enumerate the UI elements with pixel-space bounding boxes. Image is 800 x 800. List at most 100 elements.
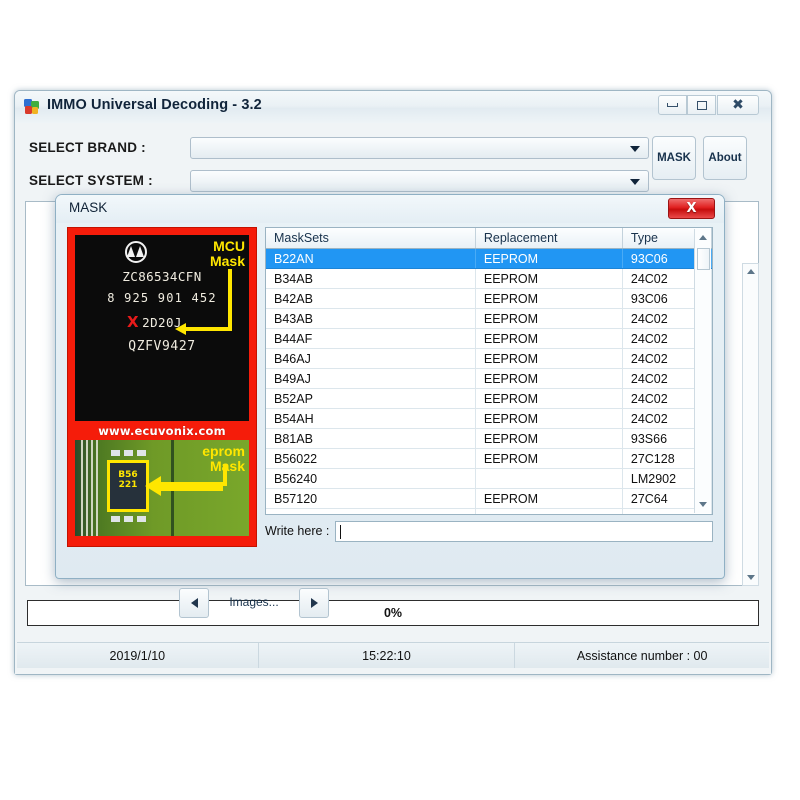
previous-image-button[interactable] — [179, 588, 209, 618]
status-time: 15:22:10 — [259, 643, 516, 668]
table-row[interactable]: B46AJ EEPROM 24C02 — [266, 348, 712, 369]
cell-replacement: EEPROM — [475, 348, 623, 369]
cell-maskset: B34AB — [266, 268, 476, 289]
chip-marking-line-4: QZFV9427 — [128, 339, 196, 354]
write-here-input[interactable] — [335, 520, 713, 542]
mask-dialog: MASK X MCU Mask ZC86534CFN 8 925 901 452… — [55, 194, 725, 618]
status-assistance-number: Assistance number : 00 — [576, 648, 708, 663]
cell-maskset: B81AB — [266, 428, 476, 449]
table-scrollbar[interactable] — [694, 229, 711, 513]
close-icon: X — [686, 201, 697, 216]
close-icon: ✖ — [732, 97, 744, 113]
mask-button[interactable]: MASK — [652, 136, 696, 180]
table-row[interactable]: B81AB EEPROM 93S66 — [266, 428, 712, 449]
table-scroll-down-button[interactable] — [695, 496, 711, 513]
cell-maskset: B46AJ — [266, 348, 476, 369]
cell-replacement: EEPROM — [475, 268, 623, 289]
minimize-icon — [667, 103, 678, 107]
cell-replacement: EEPROM — [475, 408, 623, 429]
cell-maskset: B56022 — [266, 448, 476, 469]
mask-dialog-close-button[interactable]: X — [668, 198, 715, 219]
main-scrollbar[interactable] — [742, 263, 759, 586]
page-title: IMMO Universal Decoding - 3.2 — [47, 97, 262, 113]
mask-dialog-title-bar[interactable]: MASK X — [56, 195, 724, 223]
cell-maskset: B44AF — [266, 328, 476, 349]
column-header-masksets[interactable]: MaskSets — [266, 228, 476, 249]
minimize-button[interactable] — [658, 95, 687, 115]
cell-maskset: B43AB — [266, 308, 476, 329]
write-here-label: Write here : — [265, 524, 330, 538]
image-nav-row: Images... — [56, 588, 724, 620]
triangle-up-icon — [746, 269, 755, 274]
chevron-down-icon — [630, 146, 640, 152]
scroll-up-button[interactable] — [743, 264, 758, 279]
select-brand-combo[interactable] — [190, 137, 649, 159]
cell-replacement: EEPROM — [475, 368, 623, 389]
table-row[interactable]: B49AJ EEPROM 24C02 — [266, 368, 712, 389]
chip-marking-line-2: 8 925 901 452 — [107, 291, 217, 305]
cell-replacement: EEPROM — [475, 308, 623, 329]
table-header-row: MaskSets Replacement Type — [266, 228, 712, 249]
table-row[interactable]: B42AB EEPROM 93C06 — [266, 288, 712, 309]
maximize-icon — [696, 100, 707, 110]
cell-maskset: B54AH — [266, 408, 476, 429]
masksets-table[interactable]: MaskSets Replacement Type B22AN EEPROM 93C… — [265, 227, 713, 515]
table-row[interactable]: B43AB EEPROM 24C02 — [266, 308, 712, 329]
cell-maskset: B56240 — [266, 468, 476, 489]
motorola-logo-icon — [125, 241, 147, 263]
mcu-mask-annotation: MCU Mask — [210, 239, 245, 269]
eprom-chip-line1: B56 — [118, 470, 138, 480]
title-bar[interactable]: IMMO Universal Decoding - 3.2 ✖ — [15, 91, 771, 124]
table-row[interactable]: B34AB EEPROM 24C02 — [266, 268, 712, 289]
close-button[interactable]: ✖ — [717, 95, 759, 115]
eprom-chip-marking: B56 221 — [111, 470, 145, 490]
table-row[interactable]: B44AF EEPROM 24C02 — [266, 328, 712, 349]
cell-maskset: B57120 — [266, 488, 476, 509]
triangle-down-icon — [699, 502, 707, 507]
maximize-button[interactable] — [687, 95, 716, 115]
eprom-arrow-horizontal-icon — [161, 482, 223, 491]
text-caret — [340, 524, 342, 539]
cell-replacement: EEPROM — [475, 448, 623, 469]
mcu-tag-line2: Mask — [209, 253, 245, 269]
table-row[interactable]: B54AH EEPROM 24C02 — [266, 408, 712, 429]
cell-replacement — [475, 508, 623, 514]
eprom-arrow-head-icon — [145, 476, 161, 496]
triangle-up-icon — [699, 235, 707, 240]
cell-maskset: B57306 — [266, 508, 476, 514]
cell-replacement: EEPROM — [475, 428, 623, 449]
column-header-replacement[interactable]: Replacement — [475, 228, 623, 249]
mask-dialog-title: MASK — [69, 200, 108, 215]
cell-replacement: EEPROM — [475, 248, 623, 269]
select-system-combo[interactable] — [190, 170, 649, 192]
mcu-tag-line1: MCU — [213, 238, 245, 254]
triangle-right-icon — [310, 598, 318, 608]
cell-maskset: B42AB — [266, 288, 476, 309]
cell-replacement: EEPROM — [475, 388, 623, 409]
mcu-arrow-horizontal-icon — [186, 327, 228, 331]
table-scrollbar-thumb[interactable] — [697, 248, 710, 270]
table-row[interactable]: B52AP EEPROM 24C02 — [266, 388, 712, 409]
table-row[interactable]: B22AN EEPROM 93C06 — [266, 248, 712, 269]
select-brand-label: SELECT BRAND : — [29, 140, 146, 155]
website-url-text: www.ecuvonix.com — [98, 424, 226, 438]
cell-replacement: EEPROM — [475, 328, 623, 349]
table-row[interactable]: B56022 EEPROM 27C128 — [266, 448, 712, 469]
cell-maskset: B22AN — [266, 248, 476, 269]
table-row[interactable]: B57120 EEPROM 27C64 — [266, 488, 712, 509]
table-row[interactable]: B56240 LM2902 — [266, 468, 712, 489]
eprom-arrow-vertical-icon — [223, 464, 227, 486]
eprom-tag-line1: eprom — [202, 443, 245, 459]
next-image-button[interactable] — [299, 588, 329, 618]
chevron-down-icon — [630, 179, 640, 185]
select-system-label: SELECT SYSTEM : — [29, 173, 153, 188]
table-scroll-up-button[interactable] — [695, 229, 711, 246]
about-button[interactable]: About — [703, 136, 747, 180]
mask-image-panel[interactable]: MCU Mask ZC86534CFN 8 925 901 452 2D20J … — [67, 227, 257, 547]
images-label: Images... — [229, 595, 279, 609]
cell-maskset: B49AJ — [266, 368, 476, 389]
scroll-down-button[interactable] — [743, 570, 758, 585]
eprom-chip-line2: 221 — [118, 480, 138, 490]
table-row[interactable]: B5730680C52 — [266, 508, 712, 514]
red-cross-icon: X — [127, 313, 139, 331]
